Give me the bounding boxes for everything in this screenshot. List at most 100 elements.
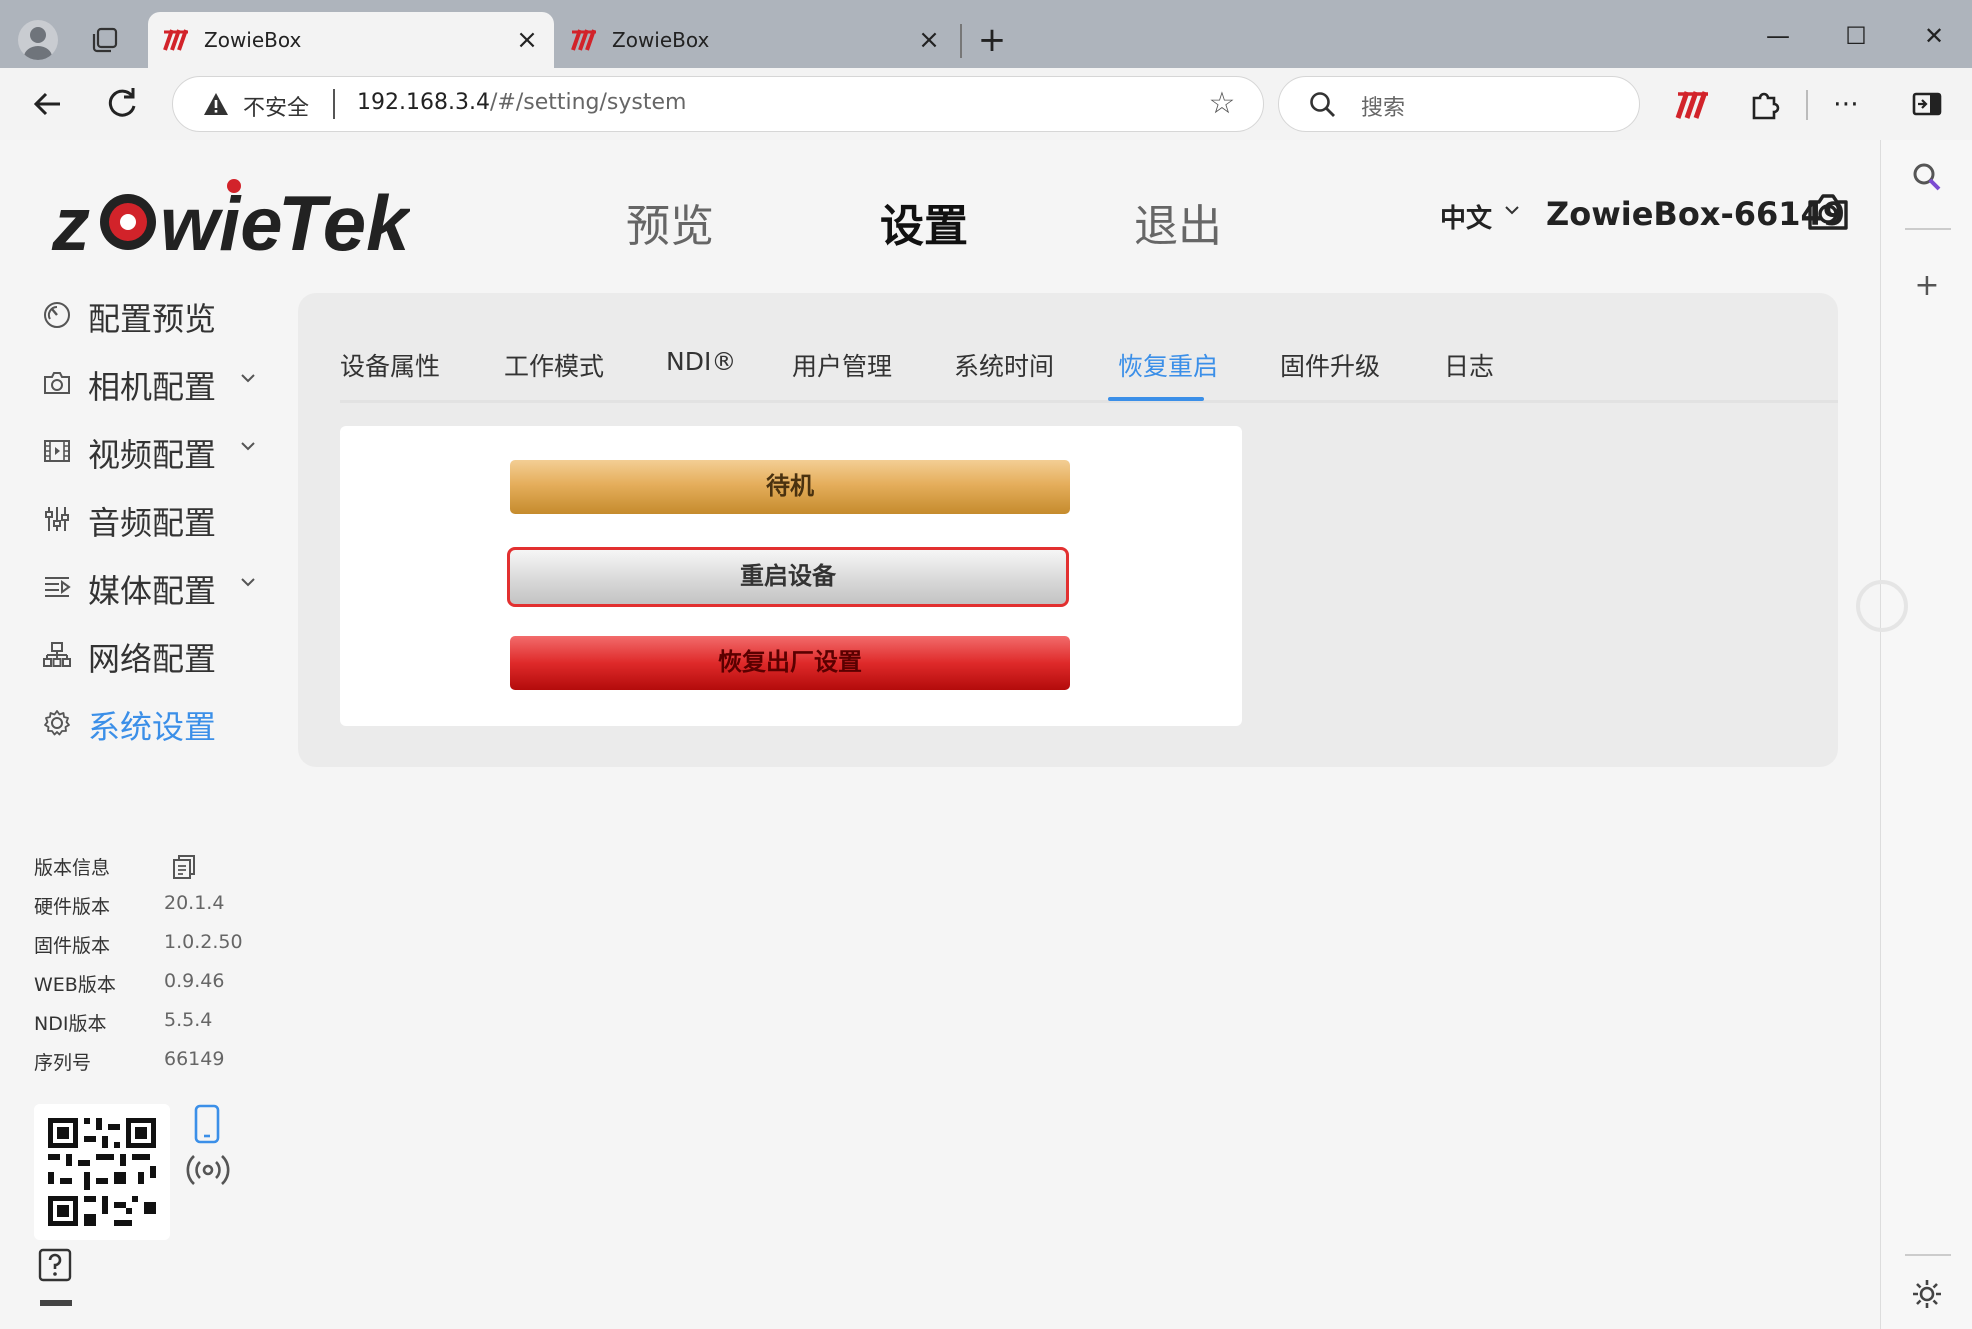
version-row: 固件版本 1.0.2.50 <box>34 931 294 961</box>
nav-preview[interactable]: 预览 <box>626 190 714 254</box>
zowiebox-web-app: z wie Tek 预览 设置 退出 中文 ZowieBox-66149 配置预… <box>0 140 1908 1329</box>
search-box[interactable]: 搜索 <box>1278 76 1640 132</box>
snapshot-camera-icon[interactable] <box>1806 192 1850 232</box>
address-toolbar: 不安全 192.168.3.4/#/setting/system ☆ 搜索 ⋯ <box>0 68 1972 140</box>
tab-title: ZowieBox <box>612 28 710 52</box>
version-value: 66149 <box>164 1048 225 1070</box>
broadcast-signal-icon[interactable] <box>186 1152 230 1188</box>
close-tab-icon[interactable]: × <box>914 22 944 58</box>
tab-title: ZowieBox <box>204 28 302 52</box>
extensions-puzzle-icon[interactable] <box>1744 84 1784 124</box>
sidebar-item-system[interactable]: 系统设置 <box>40 698 280 748</box>
toolbar-divider <box>1806 90 1808 120</box>
svg-text:Tek: Tek <box>278 179 410 260</box>
url-host: 192.168.3.4 <box>357 90 490 115</box>
standby-button[interactable]: 待机 <box>510 460 1070 514</box>
tab-device-properties[interactable]: 设备属性 <box>340 347 440 383</box>
language-select[interactable]: 中文 <box>1440 198 1492 235</box>
nav-settings[interactable]: 设置 <box>880 190 968 254</box>
url-divider <box>333 89 335 119</box>
sidebar-item-media[interactable]: 媒体配置 <box>40 562 280 612</box>
reboot-device-button[interactable]: 重启设备 <box>507 547 1069 607</box>
mixer-icon <box>45 507 69 531</box>
tab-system-time[interactable]: 系统时间 <box>954 347 1054 383</box>
search-icon <box>1310 92 1335 117</box>
sidebar-item-network[interactable]: 网络配置 <box>40 630 280 680</box>
url-bar[interactable]: 不安全 192.168.3.4/#/setting/system ☆ <box>172 76 1264 132</box>
collapse-icon[interactable] <box>40 1300 72 1306</box>
tab-work-mode[interactable]: 工作模式 <box>504 347 604 383</box>
minimize-window-button[interactable]: — <box>1748 14 1808 58</box>
copy-icon[interactable] <box>170 853 198 881</box>
tab-log[interactable]: 日志 <box>1444 347 1494 383</box>
profile-avatar-icon[interactable] <box>18 20 58 60</box>
version-row: WEB版本 0.9.46 <box>34 970 294 1000</box>
chevron-down-icon <box>241 578 255 587</box>
version-value: 0.9.46 <box>164 970 225 992</box>
version-key: 硬件版本 <box>34 896 111 918</box>
more-options-icon[interactable]: ⋯ <box>1826 84 1866 124</box>
device-name: ZowieBox-66149 <box>1546 195 1846 233</box>
browser-tab-active[interactable]: ZowieBox × <box>148 12 554 68</box>
tab-firmware-upgrade[interactable]: 固件升级 <box>1280 347 1380 383</box>
sidebar-item-audio[interactable]: 音频配置 <box>40 494 280 544</box>
tab-user-management[interactable]: 用户管理 <box>792 347 892 383</box>
floating-help-icon[interactable] <box>1856 580 1908 632</box>
sidebar-item-video[interactable]: 视频配置 <box>40 426 280 476</box>
tab-ndi[interactable]: NDI® <box>666 347 736 376</box>
film-icon <box>44 440 70 462</box>
sidebar-item-config-preview[interactable]: 配置预览 <box>40 290 280 340</box>
security-status[interactable]: 不安全 <box>243 90 309 122</box>
tab-actions-icon[interactable] <box>90 26 120 54</box>
restore-reboot-card: 待机 重启设备 恢复出厂设置 <box>340 426 1242 726</box>
version-key: 固件版本 <box>34 935 111 957</box>
back-arrow-icon <box>33 92 60 116</box>
svg-text:z: z <box>51 182 90 260</box>
gauge-icon <box>44 302 70 328</box>
camera-icon <box>44 372 70 394</box>
media-icon <box>45 577 71 597</box>
chevron-down-icon <box>241 374 255 383</box>
sidebar-item-camera[interactable]: 相机配置 <box>40 358 280 408</box>
version-info-header: 版本信息 <box>34 853 294 883</box>
search-sidebar-icon[interactable] <box>1907 158 1947 198</box>
sidebar-divider <box>1905 228 1951 230</box>
close-tab-icon[interactable]: × <box>512 22 542 58</box>
sidebar-divider <box>1905 1254 1951 1256</box>
sidebar-item-label: 网络配置 <box>88 640 217 678</box>
warning-icon[interactable] <box>203 91 229 117</box>
nav-logout[interactable]: 退出 <box>1134 190 1222 254</box>
favorite-star-icon[interactable]: ☆ <box>1205 87 1239 121</box>
version-value: 1.0.2.50 <box>164 931 243 953</box>
sidebar-toggle-icon[interactable] <box>1906 84 1946 124</box>
maximize-window-button[interactable]: ☐ <box>1826 14 1886 58</box>
version-key: NDI版本 <box>34 1013 107 1035</box>
tab-restore-reboot[interactable]: 恢复重启 <box>1118 347 1218 383</box>
factory-reset-button[interactable]: 恢复出厂设置 <box>510 636 1070 690</box>
back-button[interactable] <box>26 82 70 126</box>
new-tab-button[interactable]: + <box>974 20 1010 60</box>
sidebar-item-label: 视频配置 <box>88 436 217 474</box>
qr-code-icon[interactable] <box>34 1104 170 1240</box>
sidebar-settings-gear-icon[interactable] <box>1907 1274 1947 1314</box>
mobile-phone-icon[interactable] <box>192 1104 222 1144</box>
sidebar-item-label: 相机配置 <box>88 368 217 406</box>
url-text[interactable]: 192.168.3.4/#/setting/system <box>357 90 686 115</box>
gear-icon <box>44 710 70 736</box>
browser-tab[interactable]: ZowieBox × <box>556 12 956 68</box>
add-sidebar-app-icon[interactable]: + <box>1907 266 1947 306</box>
search-placeholder: 搜索 <box>1361 96 1406 121</box>
chevron-down-icon[interactable] <box>1502 200 1522 220</box>
help-question-icon[interactable] <box>38 1248 72 1282</box>
svg-text:wie: wie <box>160 182 283 260</box>
version-key: WEB版本 <box>34 974 116 996</box>
sidebar-item-label: 配置预览 <box>88 300 217 338</box>
zowietek-favicon-icon <box>163 29 188 51</box>
refresh-button[interactable] <box>100 82 144 126</box>
version-row: NDI版本 5.5.4 <box>34 1009 294 1039</box>
active-tab-indicator <box>1108 397 1204 401</box>
url-path: /#/setting/system <box>489 90 687 115</box>
close-window-button[interactable]: ✕ <box>1904 14 1964 58</box>
zowietek-extension-icon[interactable] <box>1672 84 1712 124</box>
network-icon <box>43 642 71 667</box>
